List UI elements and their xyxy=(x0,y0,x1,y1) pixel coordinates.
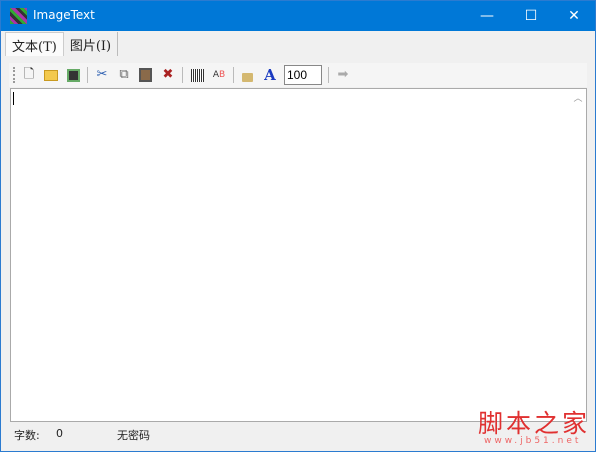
open-folder-icon[interactable] xyxy=(43,67,59,83)
app-window: ImageText — ☐ ✕ 文本(T) 图片(I) 🗋 ✂ ⧉ ✖ AB A… xyxy=(0,0,596,452)
separator xyxy=(182,67,183,83)
app-icon xyxy=(10,8,27,24)
delete-icon[interactable]: ✖ xyxy=(160,67,176,83)
cut-icon[interactable]: ✂ xyxy=(94,67,110,83)
word-count-value: 0 xyxy=(56,427,63,440)
watermark-url: www.jb51.net xyxy=(484,436,582,446)
window-title: ImageText xyxy=(33,8,95,22)
tab-image[interactable]: 图片(I) xyxy=(64,32,119,56)
password-status: 无密码 xyxy=(117,429,150,442)
word-count-label: 字数: xyxy=(14,429,40,442)
close-button[interactable]: ✕ xyxy=(554,1,594,31)
arrow-right-icon[interactable]: ➡ xyxy=(335,67,351,83)
separator xyxy=(233,67,234,83)
scroll-up-icon[interactable]: ︿ xyxy=(570,91,586,104)
font-icon[interactable]: A xyxy=(262,67,278,83)
vertical-scrollbar[interactable]: ︿ xyxy=(570,89,586,421)
replace-text-icon[interactable]: AB xyxy=(211,67,227,83)
zoom-input[interactable] xyxy=(284,65,322,85)
copy-icon[interactable]: ⧉ xyxy=(116,67,132,83)
tab-bar: 文本(T) 图片(I) xyxy=(5,32,119,56)
tab-text[interactable]: 文本(T) xyxy=(5,32,64,56)
grid-icon[interactable] xyxy=(189,67,205,83)
lock-icon[interactable] xyxy=(240,67,256,83)
title-bar: ImageText — ☐ ✕ xyxy=(1,1,595,31)
new-file-icon[interactable]: 🗋 xyxy=(21,67,37,83)
watermark-title: 脚本之家 xyxy=(478,409,591,438)
toolbar: 🗋 ✂ ⧉ ✖ AB A ➡ xyxy=(9,63,587,87)
separator xyxy=(87,67,88,83)
maximize-button[interactable]: ☐ xyxy=(511,1,551,31)
toolbar-grip[interactable] xyxy=(13,67,15,83)
paste-icon[interactable] xyxy=(138,67,154,83)
separator xyxy=(328,67,329,83)
text-editor[interactable]: ︿ xyxy=(10,88,587,422)
text-caret xyxy=(13,92,14,105)
minimize-button[interactable]: — xyxy=(467,1,507,31)
save-icon[interactable] xyxy=(65,67,81,83)
